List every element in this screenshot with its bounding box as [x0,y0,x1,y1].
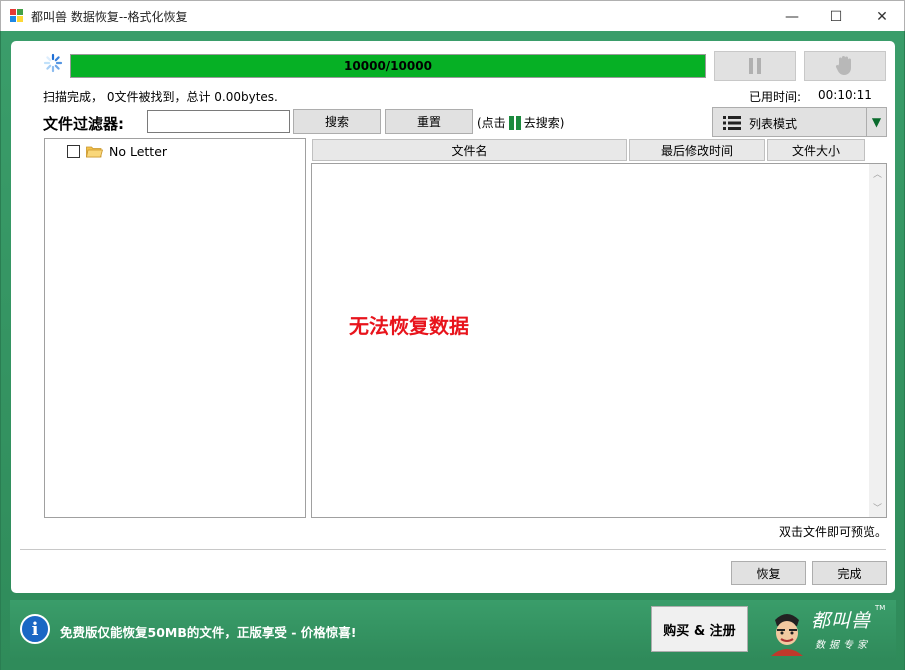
dropdown-arrow-icon[interactable]: ▼ [866,108,886,136]
elapsed-time-value: 00:10:11 [818,88,872,102]
elapsed-time-label: 已用时间: [749,90,802,104]
view-mode-label: 列表模式 [749,117,798,131]
pause-button[interactable] [714,51,796,81]
tree-item-no-letter[interactable]: No Letter [67,144,167,159]
folder-icon [86,146,103,158]
divider [20,549,886,550]
drive-tree[interactable]: No Letter [44,138,306,518]
logo-trademark: TM [875,604,886,612]
info-icon: i [20,614,50,644]
vertical-scrollbar[interactable]: ︿ ﹀ [869,164,886,517]
file-list[interactable]: 无法恢复数据 ︿ ﹀ [311,163,887,518]
stop-hand-icon [835,56,851,75]
file-filter-label: 文件过滤器: [43,115,124,133]
content-panel: 10000/10000 扫描完成， 0文件被找到，总计 0.00bytes. 已… [11,41,895,593]
scan-status-text: 扫描完成， 0文件被找到，总计 0.00bytes. [43,90,278,104]
minimize-button[interactable]: — [769,1,815,32]
search-button[interactable]: 搜索 [293,109,381,134]
preview-hint-text: 双击文件即可预览。 [779,525,888,539]
scroll-up-icon[interactable]: ︿ [869,165,886,182]
logo-subtitle: 数据专家 [815,640,871,651]
brand-logo: 都叫兽 数据专家 TM [765,604,885,656]
loading-spinner-icon [43,53,63,73]
scroll-down-icon[interactable]: ﹀ [869,499,886,516]
app-logo-icon [10,9,23,22]
main-frame: 10000/10000 扫描完成， 0文件被找到，总计 0.00bytes. 已… [0,31,905,670]
empty-result-message: 无法恢复数据 [349,314,469,338]
promo-message: 免费版仅能恢复50MB的文件，正版享受 - 价格惊喜! [60,625,357,640]
recover-button[interactable]: 恢复 [731,561,806,585]
logo-name: 都叫兽 [811,610,872,632]
reset-button[interactable]: 重置 [385,109,473,134]
column-header-modified[interactable]: 最后修改时间 [629,139,765,161]
stop-button[interactable] [804,51,886,81]
list-view-icon [723,116,741,130]
title-bar: 都叫兽 数据恢复--格式化恢复 — ☐ ✕ [0,0,905,31]
search-hint: (点击 去搜索) [477,114,564,131]
finish-button[interactable]: 完成 [812,561,887,585]
window-title: 都叫兽 数据恢复--格式化恢复 [31,10,188,24]
column-header-filename[interactable]: 文件名 [312,139,627,161]
pause-icon [749,58,761,74]
column-header-size[interactable]: 文件大小 [767,139,865,161]
file-filter-input[interactable] [147,110,290,133]
tree-item-label: No Letter [109,144,168,159]
promo-banner: i 免费版仅能恢复50MB的文件，正版享受 - 价格惊喜! 购买 & 注册 都叫… [10,600,896,660]
search-hint-suffix: 去搜索) [523,116,565,130]
tree-item-checkbox[interactable] [67,145,80,158]
close-button[interactable]: ✕ [859,1,905,32]
scan-progress-bar: 10000/10000 [70,54,706,78]
buy-register-button[interactable]: 购买 & 注册 [651,606,748,652]
mascot-icon [771,614,803,656]
progress-text: 10000/10000 [344,59,432,73]
maximize-button[interactable]: ☐ [813,1,859,32]
search-hint-prefix: (点击 [477,116,506,130]
view-mode-dropdown[interactable]: 列表模式 ▼ [712,107,887,137]
green-pause-icon [508,115,521,130]
